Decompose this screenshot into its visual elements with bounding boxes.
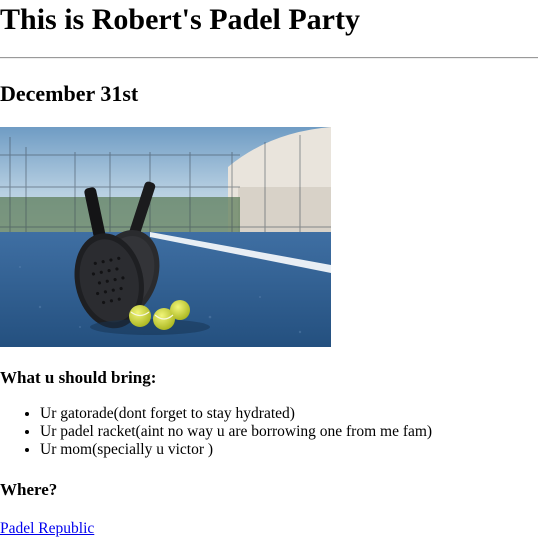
padel-photo <box>0 127 331 347</box>
location-link[interactable]: Padel Republic <box>0 519 94 539</box>
list-item: Ur padel racket(aint no way u are borrow… <box>40 423 432 441</box>
page-title: This is Robert's Padel Party <box>0 3 360 36</box>
bring-list: Ur gatorade(dont forget to stay hydrated… <box>0 405 432 459</box>
divider <box>0 57 538 59</box>
page: This is Robert's Padel Party December 31… <box>0 0 540 545</box>
list-item: Ur mom(specially u victor ) <box>40 441 432 459</box>
list-item: Ur gatorade(dont forget to stay hydrated… <box>40 405 432 423</box>
where-heading: Where? <box>0 480 58 499</box>
event-date: December 31st <box>0 81 139 106</box>
bring-heading: What u should bring: <box>0 368 157 387</box>
